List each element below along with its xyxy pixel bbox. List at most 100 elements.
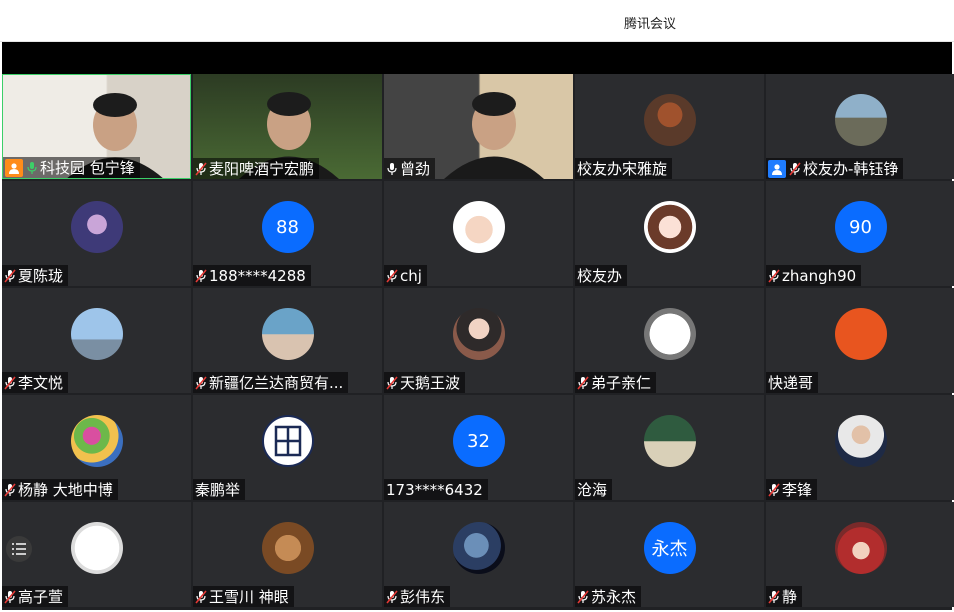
participant-name: 沧海 bbox=[577, 481, 608, 499]
participant-nameplate: 快递哥 bbox=[766, 372, 819, 393]
participant-tile[interactable]: 新疆亿兰达商贸有... bbox=[193, 288, 382, 393]
participant-name: 彭伟东 bbox=[400, 588, 446, 606]
microphone-icon bbox=[789, 161, 801, 176]
participant-tile[interactable]: 弟子亲仁 bbox=[575, 288, 764, 393]
participant-nameplate: 校友办宋雅旋 bbox=[575, 158, 673, 179]
title-bar: 腾讯会议 bbox=[0, 0, 954, 42]
participant-tile[interactable]: 彭伟东 bbox=[384, 502, 573, 607]
microphone-icon bbox=[768, 482, 780, 497]
participant-tile[interactable]: 32 173****6432 bbox=[384, 395, 573, 500]
cartoon-girl-avatar bbox=[643, 201, 696, 254]
participant-name: 新疆亿兰达商贸有... bbox=[209, 374, 344, 392]
participant-nameplate: 天鹅王波 bbox=[384, 372, 466, 393]
participant-nameplate: 校友办 bbox=[575, 265, 628, 286]
participant-nameplate: 夏陈珑 bbox=[2, 265, 69, 286]
participant-nameplate: 苏永杰 bbox=[575, 586, 642, 607]
participant-name: 曾劲 bbox=[400, 160, 431, 178]
participant-name: 188****4288 bbox=[209, 266, 306, 285]
participant-name: 校友办-韩钰铮 bbox=[803, 160, 899, 178]
participant-nameplate: 高子萱 bbox=[2, 586, 69, 607]
microphone-icon bbox=[195, 375, 207, 390]
microphone-icon bbox=[195, 268, 207, 283]
participant-nameplate: 曾劲 bbox=[384, 158, 436, 179]
participant-nameplate: 静 bbox=[766, 586, 803, 607]
participant-tile[interactable]: 沧海 bbox=[575, 395, 764, 500]
list-icon bbox=[12, 543, 26, 555]
planet-avatar bbox=[452, 522, 505, 575]
participant-name: zhangh90 bbox=[782, 266, 857, 285]
participant-tile[interactable]: 夏陈珑 bbox=[2, 181, 191, 286]
participant-name: 麦阳啤酒宁宏鹏 bbox=[209, 160, 315, 178]
teddy-bear-avatar bbox=[643, 94, 696, 147]
participant-name: 李锋 bbox=[782, 481, 813, 499]
participant-nameplate: 科技园 包宁锋 bbox=[3, 157, 140, 178]
microphone-icon bbox=[577, 375, 589, 390]
participant-nameplate: 杨静 大地中博 bbox=[2, 479, 118, 500]
participant-tile[interactable]: chj bbox=[384, 181, 573, 286]
microphone-icon bbox=[387, 162, 397, 175]
participant-tile[interactable]: 麦阳啤酒宁宏鹏 bbox=[193, 74, 382, 179]
man-suit-avatar bbox=[834, 415, 887, 468]
seal-glyph-icon bbox=[274, 425, 301, 457]
microphone-icon bbox=[195, 589, 207, 604]
microphone-icon bbox=[768, 589, 780, 604]
microphone-icon bbox=[4, 589, 16, 604]
participant-tile[interactable]: 校友办 bbox=[575, 181, 764, 286]
participant-tile[interactable]: 李锋 bbox=[766, 395, 954, 500]
participant-name: 静 bbox=[782, 588, 798, 606]
participant-name: 快递哥 bbox=[768, 374, 814, 392]
participant-name: 弟子亲仁 bbox=[591, 374, 652, 392]
participant-grid: 科技园 包宁锋 麦阳啤酒宁宏鹏 曾劲 校友办宋雅旋 校友办-韩钰铮夏陈珑 88 188***… bbox=[2, 74, 954, 610]
dancer-avatar bbox=[70, 522, 123, 575]
initials-avatar: 88 bbox=[261, 201, 314, 254]
participant-tile[interactable]: 90 zhangh90 bbox=[766, 181, 954, 286]
participant-name: 秦鹏举 bbox=[195, 481, 241, 499]
participant-name: 校友办 bbox=[577, 267, 623, 285]
courier-logo-avatar bbox=[834, 308, 887, 361]
participant-nameplate: zhangh90 bbox=[766, 265, 862, 286]
initials-avatar: 永杰 bbox=[643, 522, 696, 575]
participant-name: 杨静 大地中博 bbox=[18, 481, 113, 499]
participant-tile[interactable]: 永杰 苏永杰 bbox=[575, 502, 764, 607]
participant-nameplate: 弟子亲仁 bbox=[575, 372, 657, 393]
participant-tile[interactable]: 天鹅王波 bbox=[384, 288, 573, 393]
participant-name: 科技园 包宁锋 bbox=[40, 159, 135, 177]
woman-portrait-avatar bbox=[452, 308, 505, 361]
participant-tile[interactable]: 李文悦 bbox=[2, 288, 191, 393]
participant-nameplate: 校友办-韩钰铮 bbox=[766, 158, 904, 179]
participant-tile[interactable]: 曾劲 bbox=[384, 74, 573, 179]
microphone-icon bbox=[195, 161, 207, 176]
microphone-icon bbox=[386, 589, 398, 604]
initials-avatar: 32 bbox=[452, 415, 505, 468]
participant-tile[interactable]: 校友办-韩钰铮 bbox=[766, 74, 954, 179]
girl-hat-avatar bbox=[834, 522, 887, 575]
flowers-avatar bbox=[70, 415, 123, 468]
participant-nameplate: 沧海 bbox=[575, 479, 613, 500]
participant-name: 苏永杰 bbox=[591, 588, 637, 606]
participant-name: 校友办宋雅旋 bbox=[577, 160, 668, 178]
participant-tile[interactable]: 校友办宋雅旋 bbox=[575, 74, 764, 179]
orange-host-icon bbox=[5, 158, 23, 177]
participant-nameplate: 188****4288 bbox=[193, 265, 311, 286]
participant-tile[interactable]: 科技园 包宁锋 bbox=[2, 74, 191, 179]
microphone-icon bbox=[386, 268, 398, 283]
participant-name: 李文悦 bbox=[18, 374, 64, 392]
participant-tile[interactable]: 杨静 大地中博 bbox=[2, 395, 191, 500]
microphone-icon bbox=[386, 375, 398, 390]
participant-nameplate: 彭伟东 bbox=[384, 586, 451, 607]
participant-tile[interactable]: 秦鹏举 bbox=[193, 395, 382, 500]
participant-nameplate: 麦阳啤酒宁宏鹏 bbox=[193, 158, 320, 179]
microphone-icon bbox=[4, 375, 16, 390]
participant-nameplate: 王雪川 神眼 bbox=[193, 586, 294, 607]
landscape-avatar bbox=[643, 415, 696, 468]
participant-tile[interactable]: 88 188****4288 bbox=[193, 181, 382, 286]
blue-host-icon bbox=[768, 159, 786, 178]
microphone-icon bbox=[577, 589, 589, 604]
participant-tile[interactable]: 王雪川 神眼 bbox=[193, 502, 382, 607]
skyline-avatar bbox=[70, 308, 123, 361]
list-menu-button[interactable] bbox=[6, 536, 32, 562]
participant-nameplate: 173****6432 bbox=[384, 479, 488, 500]
participant-tile[interactable]: 静 bbox=[766, 502, 954, 607]
participant-nameplate: 李文悦 bbox=[2, 372, 69, 393]
participant-tile[interactable]: 快递哥 bbox=[766, 288, 954, 393]
